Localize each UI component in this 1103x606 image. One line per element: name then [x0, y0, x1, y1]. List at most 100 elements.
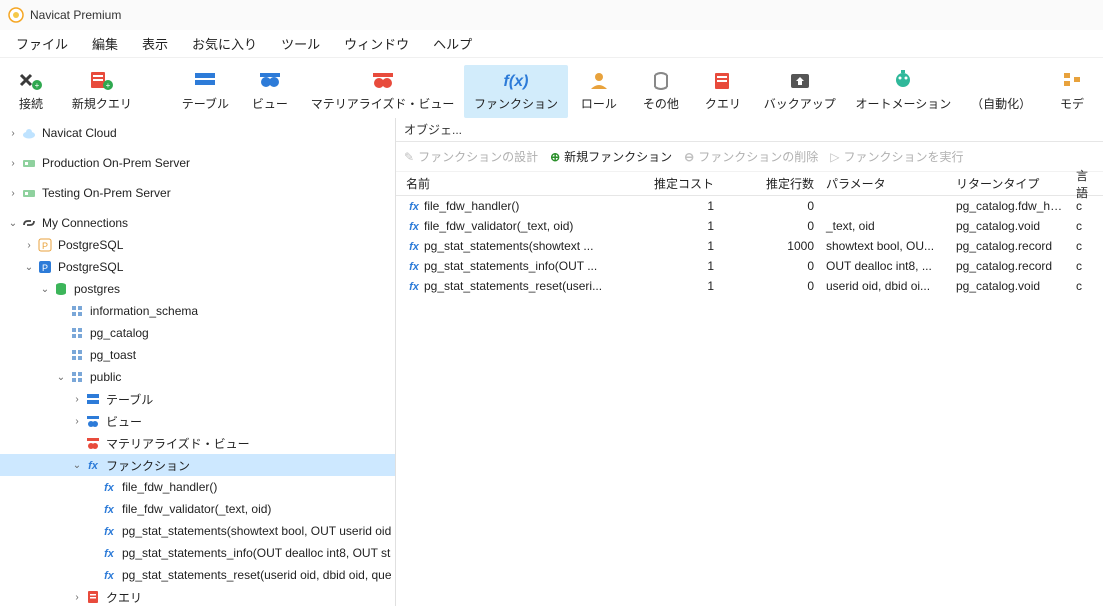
tool-label: バックアップ — [764, 95, 836, 112]
tree-item[interactable]: ⌄My Connections — [0, 212, 395, 234]
tree-item[interactable]: pg_catalog — [0, 322, 395, 344]
tool-auto2[interactable]: （自動化） — [961, 65, 1041, 118]
cell-params: OUT dealloc int8, ... — [820, 259, 950, 273]
expander-icon[interactable]: › — [6, 188, 20, 199]
tree-item[interactable]: ⌄ postgres — [0, 278, 395, 300]
fx-icon: fx — [84, 457, 102, 473]
fx-icon: fx — [100, 479, 118, 495]
tree-label: pg_stat_statements(showtext bool, OUT us… — [122, 524, 391, 538]
expander-icon[interactable]: › — [6, 128, 20, 139]
expander-icon[interactable]: › — [70, 416, 84, 427]
tree-item[interactable]: ›PPostgreSQL — [0, 234, 395, 256]
menu-window[interactable]: ウィンドウ — [332, 30, 421, 57]
action-delete-function[interactable]: ⊖ ファンクションの削除 — [684, 148, 818, 165]
expander-icon[interactable]: › — [6, 158, 20, 169]
menu-help[interactable]: ヘルプ — [421, 30, 484, 57]
expander-icon[interactable]: › — [70, 394, 84, 405]
tool-other[interactable]: その他 — [630, 65, 692, 118]
tool-table[interactable]: テーブル — [172, 65, 239, 118]
svg-text:fx: fx — [409, 241, 420, 253]
expander-icon[interactable]: › — [70, 592, 84, 603]
cell-name: fxfile_fdw_validator(_text, oid) — [400, 218, 630, 234]
menu-file[interactable]: ファイル — [4, 30, 80, 57]
tree-item[interactable]: fxpg_stat_statements_info(OUT dealloc in… — [0, 542, 395, 564]
svg-text:fx: fx — [409, 281, 420, 293]
expander-icon[interactable]: ⌄ — [38, 284, 52, 295]
tree-item[interactable]: fxpg_stat_statements(showtext bool, OUT … — [0, 520, 395, 542]
tool-matview[interactable]: マテリアライズド・ビュー — [301, 65, 464, 118]
expander-icon[interactable]: ⌄ — [70, 460, 84, 471]
onprem-icon — [20, 155, 38, 171]
tree-item[interactable]: fxpg_stat_statements_reset(userid oid, d… — [0, 564, 395, 586]
app-title: Navicat Premium — [30, 8, 121, 22]
auto2-icon — [987, 69, 1015, 91]
tool-query[interactable]: クエリ — [692, 65, 754, 118]
grid-row[interactable]: fxpg_stat_statements(showtext ...11000sh… — [396, 236, 1103, 256]
tree-item[interactable]: fxfile_fdw_handler() — [0, 476, 395, 498]
grid-row[interactable]: fxpg_stat_statements_reset(useri...10use… — [396, 276, 1103, 296]
tool-function[interactable]: f(x)ファンクション — [464, 65, 568, 118]
grid-row[interactable]: fxpg_stat_statements_info(OUT ...10OUT d… — [396, 256, 1103, 276]
tool-label: ビュー — [252, 95, 288, 112]
tree-item[interactable]: information_schema — [0, 300, 395, 322]
tool-model[interactable]: モデ — [1041, 65, 1103, 118]
cell-return: pg_catalog.void — [950, 279, 1070, 293]
tree-item[interactable]: fxfile_fdw_validator(_text, oid) — [0, 498, 395, 520]
col-params[interactable]: パラメータ — [820, 175, 950, 192]
action-run-function[interactable]: ▷ ファンクションを実行 — [830, 148, 963, 165]
action-run-label: ファンクションを実行 — [843, 148, 963, 165]
title-bar: Navicat Premium — [0, 0, 1103, 30]
svg-text:P: P — [42, 241, 48, 251]
cell-rows: 0 — [720, 219, 820, 233]
menu-edit[interactable]: 編集 — [80, 30, 130, 57]
col-cost[interactable]: 推定コスト — [630, 175, 720, 192]
tool-newquery[interactable]: +新規クエリ — [62, 65, 142, 118]
tree-item[interactable]: ›ビュー — [0, 410, 395, 432]
action-design-function[interactable]: ✎ ファンクションの設計 — [404, 148, 538, 165]
tree-label: Production On-Prem Server — [42, 156, 391, 170]
expander-icon[interactable]: ⌄ — [54, 372, 68, 383]
tree-item[interactable]: ⌄public — [0, 366, 395, 388]
tree-item[interactable]: › Testing On-Prem Server — [0, 182, 395, 204]
tool-connection[interactable]: +接続 — [0, 65, 62, 118]
object-tab[interactable]: オブジェ... — [404, 121, 462, 138]
grid-body: fxfile_fdw_handler()10pg_catalog.fdw_ha.… — [396, 196, 1103, 606]
main-area: ›Navicat Cloud›Production On-Prem Server… — [0, 118, 1103, 606]
cell-lang: c — [1070, 259, 1090, 273]
tool-automation[interactable]: オートメーション — [846, 65, 961, 118]
grid-row[interactable]: fxfile_fdw_validator(_text, oid)10_text,… — [396, 216, 1103, 236]
tree-item[interactable]: ›テーブル — [0, 388, 395, 410]
col-name[interactable]: 名前 — [400, 175, 630, 192]
schema-icon — [68, 325, 86, 341]
connection-tree: ›Navicat Cloud›Production On-Prem Server… — [0, 118, 396, 606]
automation-icon — [889, 69, 917, 91]
tree-item[interactable]: pg_toast — [0, 344, 395, 366]
tool-role[interactable]: ロール — [568, 65, 630, 118]
col-rows[interactable]: 推定行数 — [720, 175, 820, 192]
menu-favorites[interactable]: お気に入り — [180, 30, 269, 57]
col-return[interactable]: リターンタイプ — [950, 175, 1070, 192]
tool-label: オートメーション — [856, 95, 952, 112]
tool-label: モデ — [1060, 95, 1084, 112]
tool-label: ロール — [581, 95, 617, 112]
tree-item[interactable]: マテリアライズド・ビュー — [0, 432, 395, 454]
tree-label: Testing On-Prem Server — [42, 186, 391, 200]
expander-icon[interactable]: ⌄ — [22, 262, 36, 273]
fx-icon: fx — [100, 545, 118, 561]
menu-tools[interactable]: ツール — [269, 30, 332, 57]
tree-label: postgres — [74, 282, 391, 296]
expander-icon[interactable]: › — [22, 240, 36, 251]
tree-item[interactable]: ›クエリ — [0, 586, 395, 606]
action-new-function[interactable]: ⊕ 新規ファンクション — [550, 148, 672, 165]
tree-label: マテリアライズド・ビュー — [106, 435, 391, 452]
tool-backup[interactable]: バックアップ — [754, 65, 846, 118]
tree-item[interactable]: ›Navicat Cloud — [0, 122, 395, 144]
fx-icon: fx — [100, 501, 118, 517]
expander-icon[interactable]: ⌄ — [6, 218, 20, 229]
tree-item[interactable]: ⌄PPostgreSQL — [0, 256, 395, 278]
tree-item[interactable]: › Production On-Prem Server — [0, 152, 395, 174]
grid-row[interactable]: fxfile_fdw_handler()10pg_catalog.fdw_ha.… — [396, 196, 1103, 216]
tree-item[interactable]: ⌄fxファンクション — [0, 454, 395, 476]
menu-view[interactable]: 表示 — [130, 30, 180, 57]
tool-view[interactable]: ビュー — [239, 65, 301, 118]
